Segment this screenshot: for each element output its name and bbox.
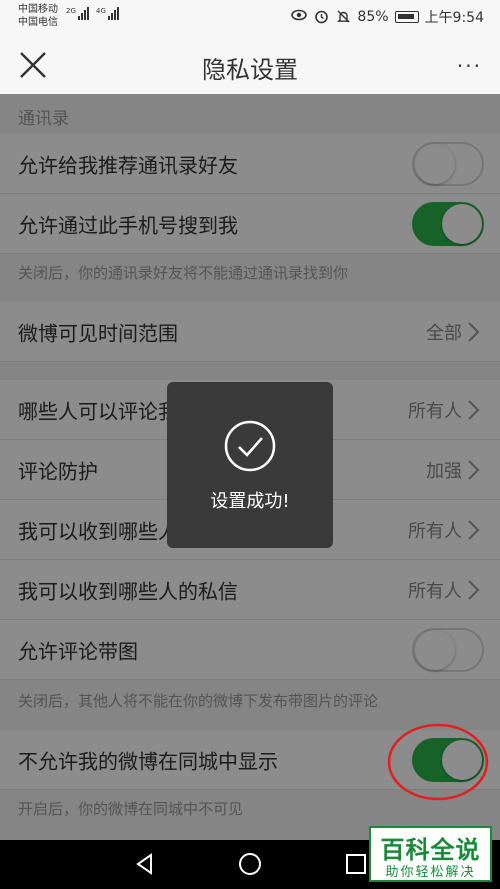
home-icon[interactable]	[238, 852, 262, 876]
check-circle-icon	[224, 420, 276, 472]
back-icon[interactable]	[133, 852, 157, 876]
more-options-icon[interactable]: ···	[457, 54, 482, 78]
signal-2-icon: 4G	[96, 7, 119, 20]
mute-bell-icon	[335, 9, 351, 25]
battery-icon	[394, 11, 419, 23]
page-title: 隐私设置	[202, 56, 298, 84]
annotation-circle	[387, 723, 489, 801]
status-bar: 中国移动 中国电信 2G 4G 85% 上午9:54	[0, 0, 500, 34]
success-toast: 设置成功!	[167, 382, 333, 548]
nav-bar: 隐私设置 ···	[0, 34, 500, 94]
carrier-names: 中国移动 中国电信	[18, 3, 58, 29]
watermark-logo: 百科全说 助你轻松解决	[369, 826, 492, 882]
watermark-main: 百科全说	[380, 836, 481, 864]
carrier-1: 中国移动	[18, 4, 58, 15]
battery-percent: 85%	[357, 9, 389, 25]
toast-message: 设置成功!	[210, 491, 290, 512]
clock: 上午9:54	[424, 10, 484, 26]
watermark-sub: 助你轻松解决	[385, 865, 476, 880]
recents-icon[interactable]	[344, 852, 368, 876]
eye-icon	[291, 9, 308, 25]
signal-1-icon: 2G	[66, 7, 89, 20]
alarm-icon	[313, 9, 329, 25]
status-icons: 85% 上午9:54	[291, 7, 484, 27]
carrier-2: 中国电信	[18, 17, 58, 28]
